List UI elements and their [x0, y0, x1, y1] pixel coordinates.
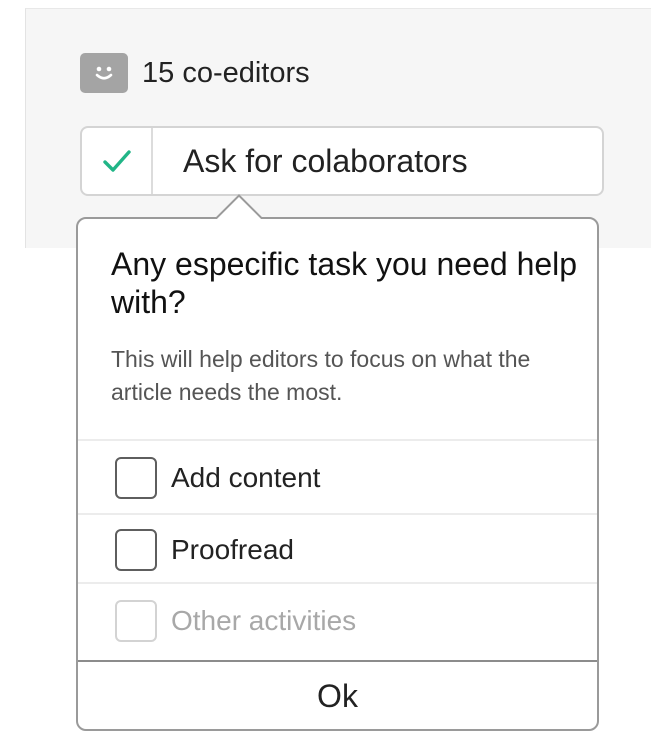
other-activities-checkbox	[115, 600, 157, 642]
divider	[78, 582, 597, 584]
divider	[78, 439, 597, 441]
option-label: Proofread	[171, 534, 294, 565]
option-add-content[interactable]: Add content	[78, 443, 597, 513]
ask-for-collaborators-label: Ask for colaborators	[183, 142, 468, 179]
coeditors-count: 15 co-editors	[142, 56, 310, 89]
option-proofread[interactable]: Proofread	[78, 515, 597, 585]
proofread-checkbox[interactable]	[115, 529, 157, 571]
popup-description: This will help editors to focus on what …	[111, 346, 531, 405]
option-label: Add content	[171, 462, 321, 493]
popup-arrow	[215, 194, 263, 220]
ask-check-cell	[82, 128, 153, 194]
coeditors-row: 15 co-editors	[80, 52, 310, 94]
check-icon	[102, 150, 131, 172]
task-popup: Any especific task you need help with? T…	[76, 194, 599, 731]
ok-button[interactable]: Ok	[78, 662, 597, 730]
option-other-activities: Other activities	[78, 586, 597, 656]
ask-for-collaborators-button[interactable]: Ask for colaborators	[80, 126, 604, 196]
add-content-checkbox[interactable]	[115, 457, 157, 499]
smiley-icon	[80, 53, 128, 93]
popup-title: Any especific task you need help with?	[111, 246, 578, 320]
option-label: Other activities	[171, 605, 357, 636]
